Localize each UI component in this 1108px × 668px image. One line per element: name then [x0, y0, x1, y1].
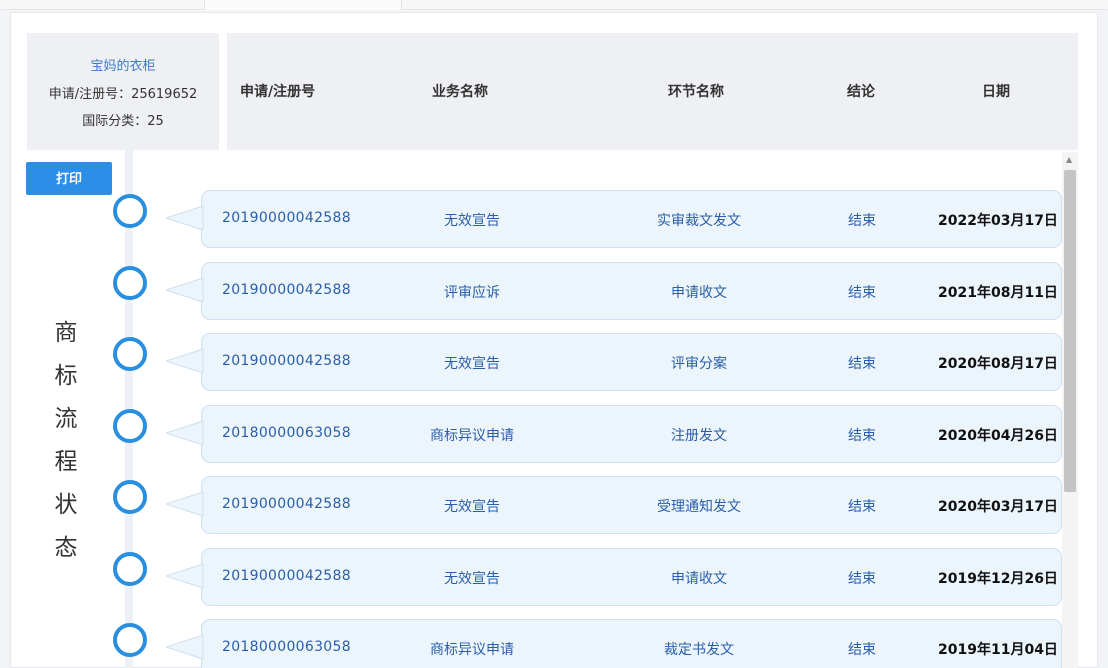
row-date: 2021年08月11日: [938, 285, 1058, 301]
timeline-node-icon: [113, 409, 147, 443]
row-date: 2020年08月17日: [938, 356, 1058, 372]
top-tab-strip: [0, 0, 1108, 10]
row-business-text: 商标异议申请: [430, 428, 514, 444]
vertical-scrollbar[interactable]: ▲: [1062, 152, 1078, 668]
row-node-text: 裁定书发文: [664, 642, 734, 658]
print-button[interactable]: 打印: [26, 162, 112, 195]
row-business-text: 无效宣告: [444, 356, 500, 372]
row-date: 2019年11月04日: [938, 642, 1058, 658]
row-business-text: 无效宣告: [444, 571, 500, 587]
column-header-business: 业务名称: [432, 84, 488, 100]
table-row[interactable]: 20190000042588 无效宣告 实审裁文发文 结束 2022年03月17日: [201, 190, 1062, 248]
title-char: 标: [54, 363, 78, 389]
title-char: 状: [54, 492, 78, 518]
row-result-text: 结束: [848, 571, 876, 587]
trademark-info-box: 宝妈的衣柜 申请/注册号：25619652 国际分类：25: [27, 33, 219, 150]
row-node-text: 受理通知发文: [657, 499, 741, 515]
timeline-node-icon: [113, 194, 147, 228]
row-result-text: 结束: [848, 213, 876, 229]
row-result-text: 结束: [848, 428, 876, 444]
timeline-node-icon: [113, 623, 147, 657]
title-char: 态: [54, 535, 78, 561]
table-row[interactable]: 20190000042588 无效宣告 评审分案 结束 2020年08月17日: [201, 333, 1062, 391]
column-header-result: 结论: [847, 84, 875, 100]
title-char: 商: [54, 320, 78, 346]
table-row[interactable]: 20180000063058 商标异议申请 裁定书发文 结束 2019年11月04日: [201, 619, 1062, 668]
tab-placeholder-1[interactable]: [0, 0, 205, 10]
row-node-text: 评审分案: [671, 356, 727, 372]
process-status-title: 商 标 流 程 状 态: [48, 312, 84, 570]
row-app-no[interactable]: 20180000063058: [222, 639, 351, 655]
timeline-node-icon: [113, 552, 147, 586]
row-result-text: 结束: [848, 356, 876, 372]
registration-number: 申请/注册号：25619652: [48, 87, 198, 102]
scroll-up-arrow-icon[interactable]: ▲: [1066, 155, 1072, 164]
row-node-text: 申请收文: [671, 571, 727, 587]
column-header-node: 环节名称: [668, 84, 724, 100]
row-result-text: 结束: [848, 642, 876, 658]
row-business-text: 无效宣告: [444, 213, 500, 229]
row-business-text: 无效宣告: [444, 499, 500, 515]
row-date: 2019年12月26日: [938, 571, 1058, 587]
scroll-thumb[interactable]: [1064, 170, 1076, 492]
table-row[interactable]: 20180000063058 商标异议申请 注册发文 结束 2020年04月26日: [201, 405, 1062, 463]
timeline-node-icon: [113, 266, 147, 300]
column-header-app-no: 申请/注册号: [240, 84, 316, 100]
timeline-node-icon: [113, 480, 147, 514]
table-row[interactable]: 20190000042588 无效宣告 申请收文 结束 2019年12月26日: [201, 548, 1062, 606]
row-app-no[interactable]: 20180000063058: [222, 425, 351, 441]
row-date: 2020年03月17日: [938, 499, 1058, 515]
row-app-no[interactable]: 20190000042588: [222, 496, 351, 512]
row-business-text: 商标异议申请: [430, 642, 514, 658]
tab-placeholder-2[interactable]: [205, 0, 402, 10]
title-char: 程: [54, 449, 78, 475]
table-row[interactable]: 20190000042588 评审应诉 申请收文 结束 2021年08月11日: [201, 262, 1062, 320]
timeline-node-icon: [113, 337, 147, 371]
owner-name[interactable]: 宝妈的衣柜: [27, 55, 219, 74]
row-result-text: 结束: [848, 285, 876, 301]
row-app-no[interactable]: 20190000042588: [222, 568, 351, 584]
row-date: 2020年04月26日: [938, 428, 1058, 444]
column-header-date: 日期: [982, 84, 1010, 100]
international-class: 国际分类：25: [82, 114, 164, 129]
title-char: 流: [54, 406, 78, 432]
row-app-no[interactable]: 20190000042588: [222, 353, 351, 369]
row-app-no[interactable]: 20190000042588: [222, 210, 351, 226]
row-node-text: 申请收文: [671, 285, 727, 301]
row-date: 2022年03月17日: [938, 213, 1058, 229]
row-node-text: 注册发文: [671, 428, 727, 444]
row-business-text: 评审应诉: [444, 285, 500, 301]
row-result-text: 结束: [848, 499, 876, 515]
table-header: 申请/注册号 业务名称 环节名称 结论 日期: [227, 33, 1078, 150]
table-row[interactable]: 20190000042588 无效宣告 受理通知发文 结束 2020年03月17日: [201, 476, 1062, 534]
row-app-no[interactable]: 20190000042588: [222, 282, 351, 298]
row-node-text: 实审裁文发文: [657, 213, 741, 229]
